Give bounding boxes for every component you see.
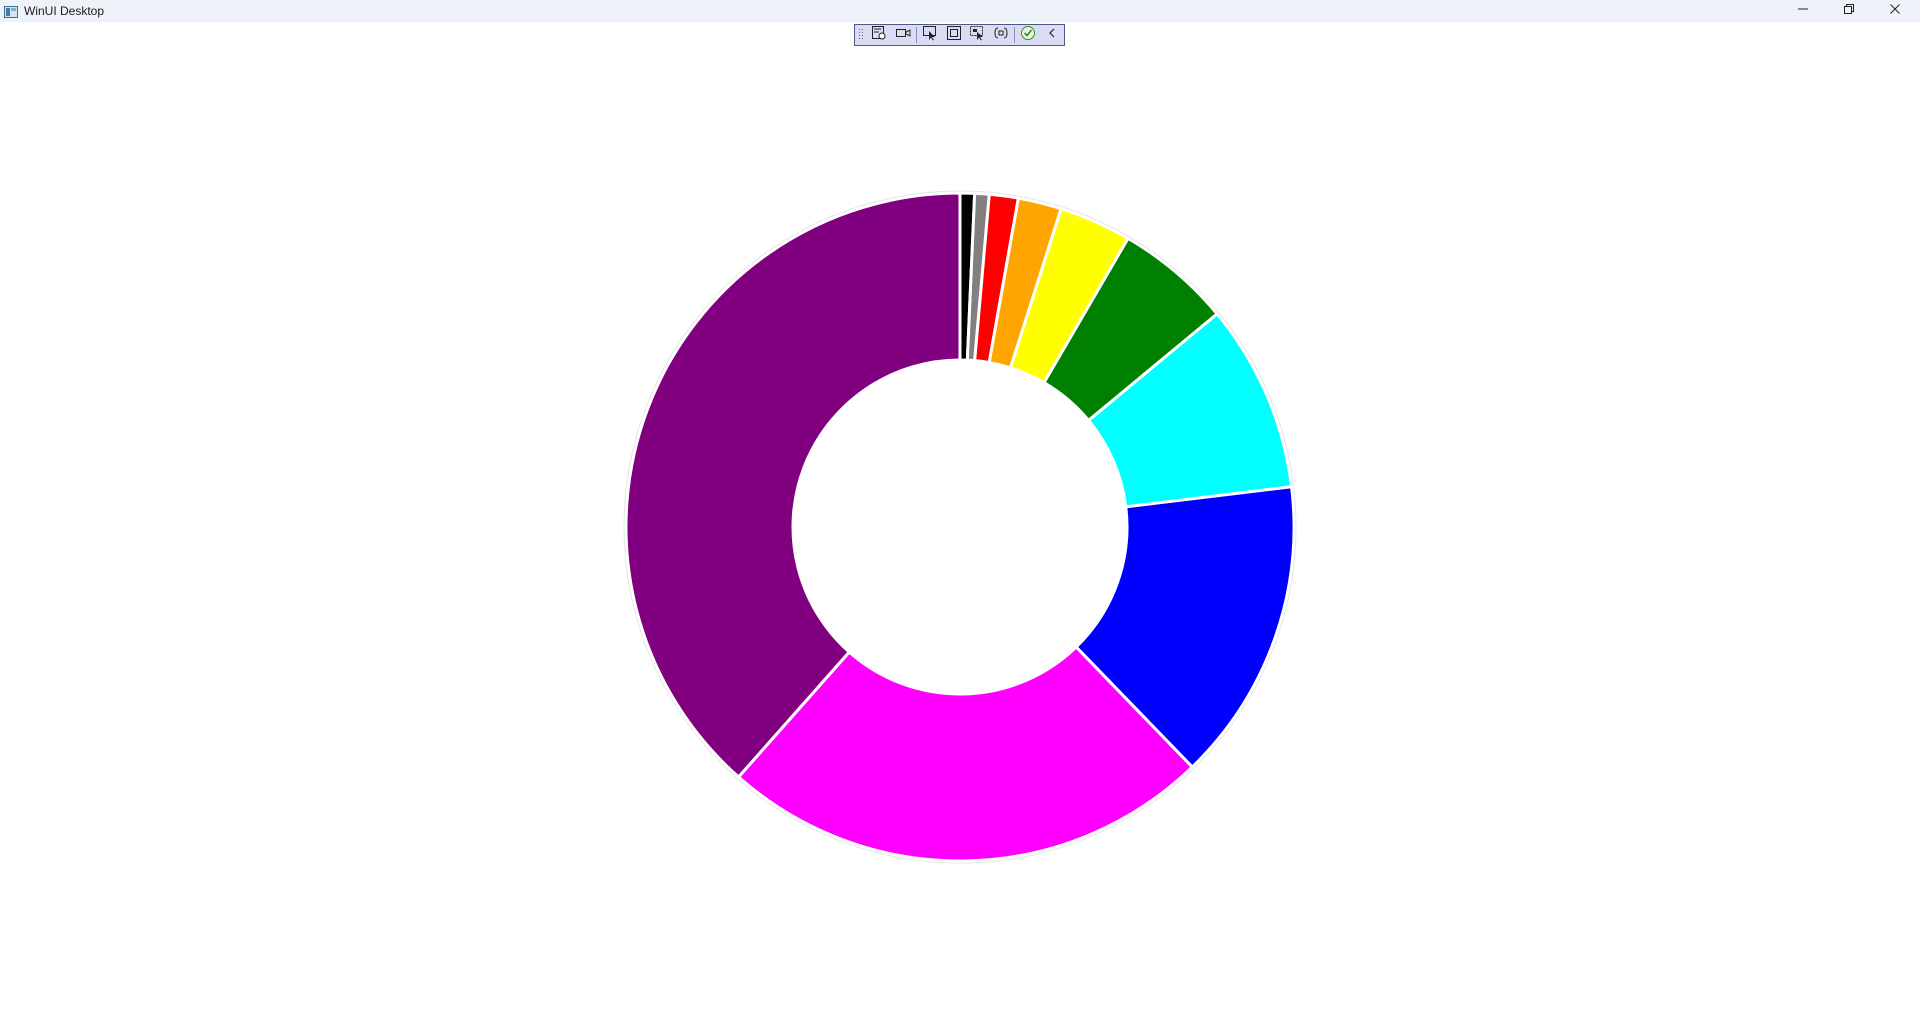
live-visual-tree-button[interactable]: [867, 25, 891, 45]
track-focused-element-button[interactable]: [966, 25, 990, 45]
binding-failures-button[interactable]: [989, 25, 1013, 45]
select-element-icon: [922, 25, 938, 46]
live-visual-tree-icon: [871, 25, 887, 46]
track-focused-element-icon: [969, 25, 985, 46]
collapse-toolbar-button[interactable]: [1040, 25, 1064, 45]
record-icon: [895, 25, 911, 46]
xaml-debug-toolbar[interactable]: [854, 24, 1065, 46]
toolbar-grip-icon[interactable]: [858, 28, 864, 42]
hot-reload-status-button[interactable]: [1016, 25, 1040, 45]
display-layout-adorners-button[interactable]: [942, 25, 966, 45]
toolbar-separator: [915, 27, 917, 43]
hot-reload-ok-icon: [1020, 25, 1036, 46]
select-element-button[interactable]: [918, 25, 942, 45]
display-layout-adorners-icon: [946, 25, 962, 46]
toolbar-separator: [1014, 27, 1016, 43]
record-button[interactable]: [891, 25, 915, 45]
donut-chart: [623, 190, 1297, 864]
collapse-toolbar-icon: [1046, 25, 1058, 46]
binding-failures-icon: [993, 25, 1009, 46]
